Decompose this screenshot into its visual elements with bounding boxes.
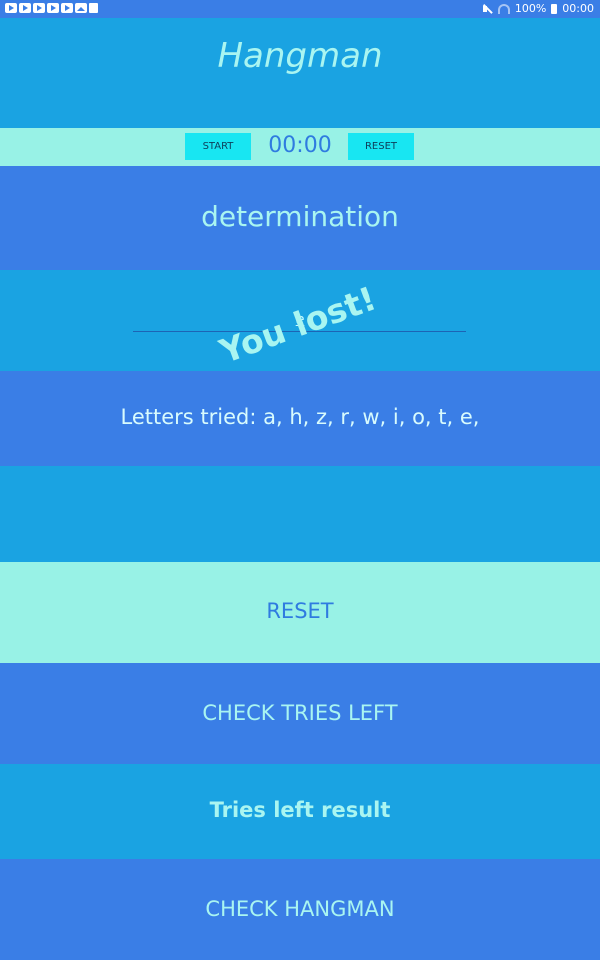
notification-icons bbox=[5, 3, 98, 13]
tries-result-text: Tries left result bbox=[209, 798, 391, 822]
youtube-icon bbox=[47, 3, 59, 13]
sim-icon bbox=[89, 3, 98, 13]
empty-panel bbox=[0, 466, 600, 562]
timer-reset-button[interactable]: RESET bbox=[348, 133, 414, 160]
tries-result-panel: Tries left result bbox=[0, 764, 600, 859]
header: Hangman bbox=[0, 18, 600, 128]
app-title: Hangman bbox=[217, 36, 383, 76]
reset-game-button[interactable]: RESET bbox=[0, 562, 600, 663]
youtube-icon bbox=[19, 3, 31, 13]
battery-icon bbox=[551, 3, 558, 14]
word-panel: determination bbox=[0, 166, 600, 270]
timer-display: 00:00 bbox=[268, 133, 332, 158]
letters-panel: Letters tried: a, h, z, r, w, i, o, t, e… bbox=[0, 371, 600, 466]
timer-bar: START 00:00 RESET bbox=[0, 128, 600, 166]
check-hangman-label: CHECK HANGMAN bbox=[205, 897, 395, 921]
clock: 00:00 bbox=[562, 2, 594, 15]
battery-percent: 100% bbox=[514, 2, 547, 15]
status-bar: 100% 00:00 bbox=[0, 0, 600, 18]
check-tries-button[interactable]: CHECK TRIES LEFT bbox=[0, 663, 600, 764]
letters-tried: Letters tried: a, h, z, r, w, i, o, t, e… bbox=[120, 405, 480, 429]
check-tries-label: CHECK TRIES LEFT bbox=[202, 701, 398, 725]
system-icons: 100% 00:00 bbox=[482, 2, 594, 15]
youtube-icon bbox=[5, 3, 17, 13]
mute-icon bbox=[482, 4, 493, 14]
check-hangman-button[interactable]: CHECK HANGMAN bbox=[0, 859, 600, 960]
wifi-icon bbox=[497, 3, 510, 14]
reset-game-label: RESET bbox=[266, 599, 334, 623]
youtube-icon bbox=[61, 3, 73, 13]
youtube-icon bbox=[33, 3, 45, 13]
target-word: determination bbox=[201, 200, 399, 233]
start-button[interactable]: START bbox=[185, 133, 251, 160]
photo-icon bbox=[75, 3, 87, 13]
